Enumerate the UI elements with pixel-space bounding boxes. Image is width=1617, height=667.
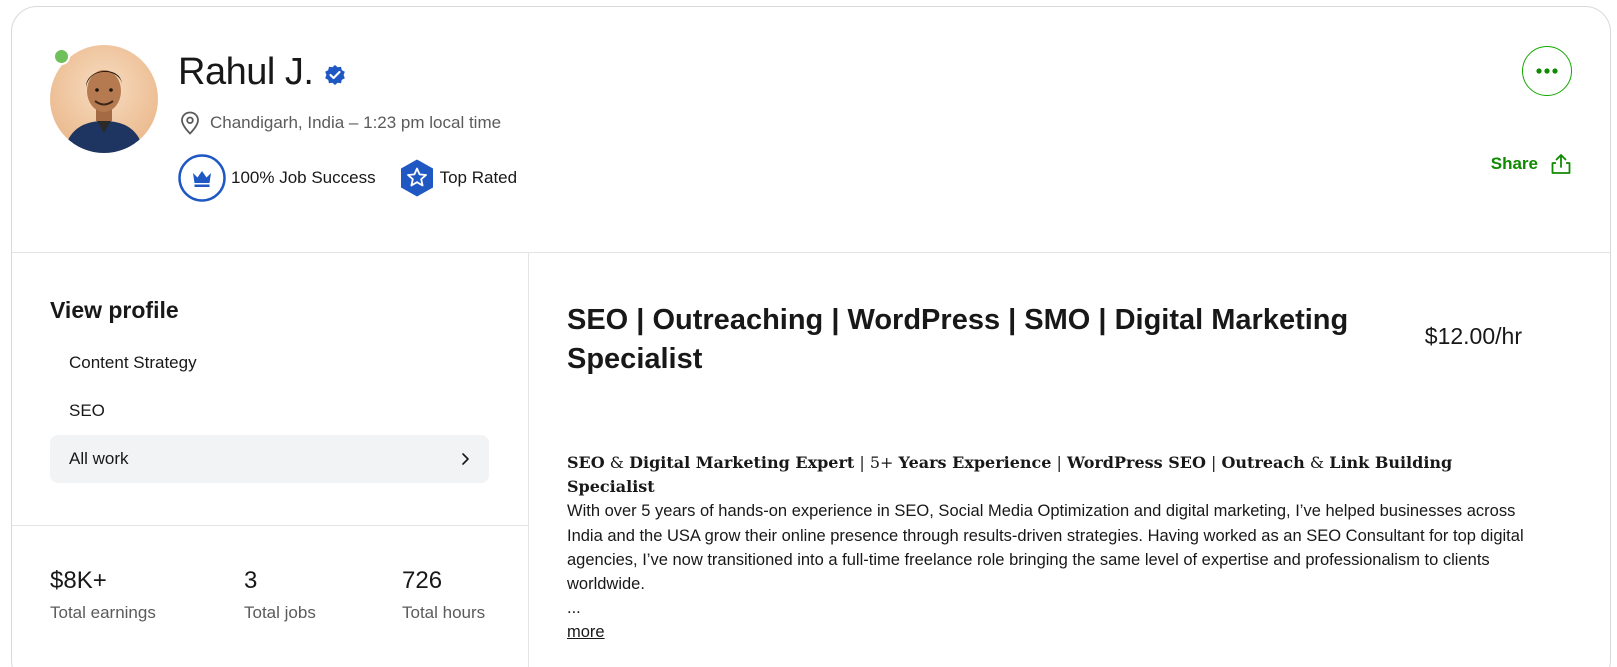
star-badge-icon: [400, 159, 433, 197]
headline-part: WordPress SEO: [1067, 453, 1206, 472]
sidebar-item-label: All work: [69, 449, 129, 468]
location-pin-icon: [181, 111, 199, 135]
top-rated-badge[interactable]: Top Rated: [398, 158, 518, 198]
freelancer-name: Rahul J.: [178, 51, 314, 93]
headline-sep: &: [1304, 453, 1330, 472]
sidebar-item-content-strategy[interactable]: Content Strategy: [50, 339, 489, 387]
stat-total-hours: 726 Total hours: [402, 567, 485, 623]
work-stats: $8K+ Total earnings 3 Total jobs 726 Tot…: [50, 567, 485, 623]
more-options-button[interactable]: [1522, 46, 1572, 96]
profile-header: Rahul J. Chandigarh, India – 1:23 pm loc…: [12, 7, 1610, 253]
stat-value: 726: [402, 567, 443, 594]
stat-total-jobs: 3 Total jobs: [244, 567, 402, 623]
stat-value: $8K+: [50, 567, 107, 594]
name-row: Rahul J.: [178, 51, 347, 94]
more-link[interactable]: more: [567, 623, 605, 641]
headline-part: SEO: [567, 453, 605, 472]
sidebar-title: View profile: [50, 297, 179, 323]
overview-headline: SEO & Digital Marketing Expert | 5+ Year…: [567, 451, 1527, 499]
avatar[interactable]: [50, 45, 158, 153]
sidebar-divider: [12, 525, 528, 526]
profile-title: SEO | Outreaching | WordPress | SMO | Di…: [567, 304, 1349, 375]
online-status-dot: [53, 48, 70, 65]
sidebar-item-label: SEO: [69, 401, 105, 420]
headline-sep: |: [1205, 453, 1222, 472]
crown-icon: [178, 154, 226, 202]
stat-label: Total hours: [402, 603, 486, 622]
sidebar-item-seo[interactable]: SEO: [50, 387, 489, 435]
headline-part: Years Experience: [898, 453, 1052, 472]
profile-overview: SEO & Digital Marketing Expert | 5+ Year…: [567, 451, 1527, 644]
job-success-badge[interactable]: 100% Job Success: [177, 153, 376, 203]
headline-sep: &: [604, 453, 630, 472]
chevron-right-icon: [462, 453, 469, 465]
headline-sep: | 5+: [854, 453, 899, 472]
sidebar-item-all-work[interactable]: All work: [50, 435, 489, 483]
location-row: Chandigarh, India – 1:23 pm local time: [180, 111, 501, 135]
verified-badge-icon: [325, 64, 346, 85]
overview-text: With over 5 years of hands-on experience…: [567, 502, 1524, 594]
profile-nav: Content Strategy SEO All work: [50, 339, 489, 483]
headline-sep: |: [1051, 453, 1068, 472]
overview-ellipsis: ...: [567, 599, 581, 618]
headline-part: Outreach: [1221, 453, 1305, 472]
top-rated-label: Top Rated: [439, 168, 518, 187]
more-dots-icon: [1536, 68, 1558, 74]
stat-total-earnings: $8K+ Total earnings: [50, 567, 244, 623]
stat-label: Total jobs: [244, 603, 316, 622]
headline-part: Digital Marketing Expert: [629, 453, 855, 472]
hourly-rate: $12.00/hr: [1424, 323, 1522, 349]
share-icon: [1551, 154, 1571, 174]
share-button[interactable]: Share: [1491, 153, 1572, 175]
profile-card: Rahul J. Chandigarh, India – 1:23 pm loc…: [11, 6, 1611, 667]
share-label: Share: [1490, 154, 1538, 173]
sidebar: View profile Content Strategy SEO All wo…: [12, 253, 529, 667]
badges: 100% Job Success Top Rated: [177, 153, 539, 203]
sidebar-item-label: Content Strategy: [69, 353, 197, 372]
stat-value: 3: [244, 567, 258, 594]
job-success-label: 100% Job Success: [231, 168, 376, 187]
location-local-time: Chandigarh, India – 1:23 pm local time: [210, 113, 502, 132]
stat-label: Total earnings: [50, 603, 156, 622]
